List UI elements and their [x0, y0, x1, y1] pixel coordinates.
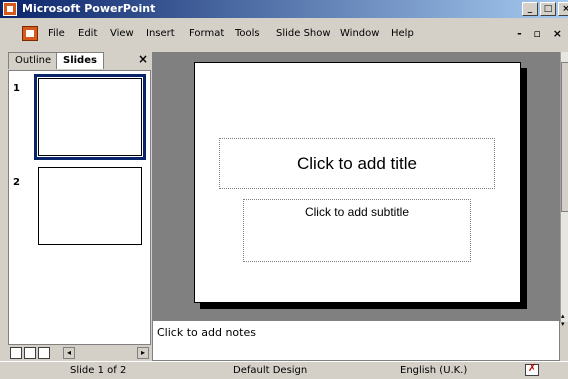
slide-sorter-icon[interactable] [24, 347, 36, 359]
menu-tools[interactable]: Tools [235, 28, 260, 39]
menu-format[interactable]: Format [189, 28, 224, 39]
normal-view-icon[interactable] [10, 347, 22, 359]
view-controls: ◂ ▸ [8, 345, 151, 361]
maximize-button[interactable]: □ [540, 2, 556, 16]
document-window-controls[interactable]: - ▫ × [517, 27, 566, 40]
slide-thumbnail-2[interactable] [38, 167, 142, 245]
powerpoint-icon[interactable] [3, 2, 17, 16]
slides-panel: 1 2 [8, 70, 151, 345]
slide-thumbnail-1[interactable] [34, 74, 146, 160]
document-menu-icon[interactable] [22, 26, 38, 41]
scroll-left-button[interactable]: ◂ [63, 347, 75, 359]
vertical-scrollbar[interactable]: ▴ ▾ [560, 52, 568, 328]
status-bar: Slide 1 of 2 Default Design English (U.K… [0, 361, 568, 379]
minimize-button[interactable]: _ [522, 2, 538, 16]
minimize-icon: _ [527, 4, 533, 14]
thumbnail-number: 2 [13, 177, 20, 188]
notes-placeholder: Click to add notes [157, 326, 256, 339]
close-icon: × [562, 4, 568, 14]
restore-icon: □ [543, 4, 553, 14]
panel-close-button[interactable]: × [138, 52, 148, 66]
title-bar: Microsoft PowerPoint _ □ × [0, 0, 568, 18]
close-button[interactable]: × [558, 2, 568, 16]
title-placeholder[interactable]: Click to add title [219, 138, 495, 189]
window-controls: _ □ × [522, 2, 568, 16]
subtitle-placeholder[interactable]: Click to add subtitle [243, 199, 471, 262]
menu-view[interactable]: View [110, 28, 134, 39]
menu-bar: File Edit View Insert Format Tools Slide… [0, 18, 568, 48]
menu-file[interactable]: File [48, 28, 65, 39]
title-placeholder-text: Click to add title [297, 153, 417, 173]
tab-slides[interactable]: Slides [56, 52, 104, 69]
menu-window[interactable]: Window [340, 28, 379, 39]
thumbnail-number: 1 [13, 83, 20, 94]
menu-help[interactable]: Help [391, 28, 414, 39]
language-status: English (U.K.) [400, 365, 468, 376]
scroll-right-button[interactable]: ▸ [137, 347, 149, 359]
menu-insert[interactable]: Insert [146, 28, 175, 39]
spelling-icon[interactable] [525, 363, 539, 376]
slide-counter: Slide 1 of 2 [70, 365, 127, 376]
panel-tabs: Outline Slides × [8, 52, 152, 70]
tab-outline[interactable]: Outline [8, 52, 59, 69]
window-title: Microsoft PowerPoint [22, 2, 156, 15]
slide-show-icon[interactable] [38, 347, 50, 359]
design-name: Default Design [233, 365, 308, 376]
scroll-arrows[interactable]: ▴ ▾ [561, 312, 565, 328]
menu-edit[interactable]: Edit [78, 28, 97, 39]
menu-slide-show[interactable]: Slide Show [276, 28, 331, 39]
notes-pane[interactable]: Click to add notes [152, 320, 560, 361]
subtitle-placeholder-text: Click to add subtitle [304, 205, 410, 219]
scrollbar-thumb[interactable] [561, 62, 568, 212]
